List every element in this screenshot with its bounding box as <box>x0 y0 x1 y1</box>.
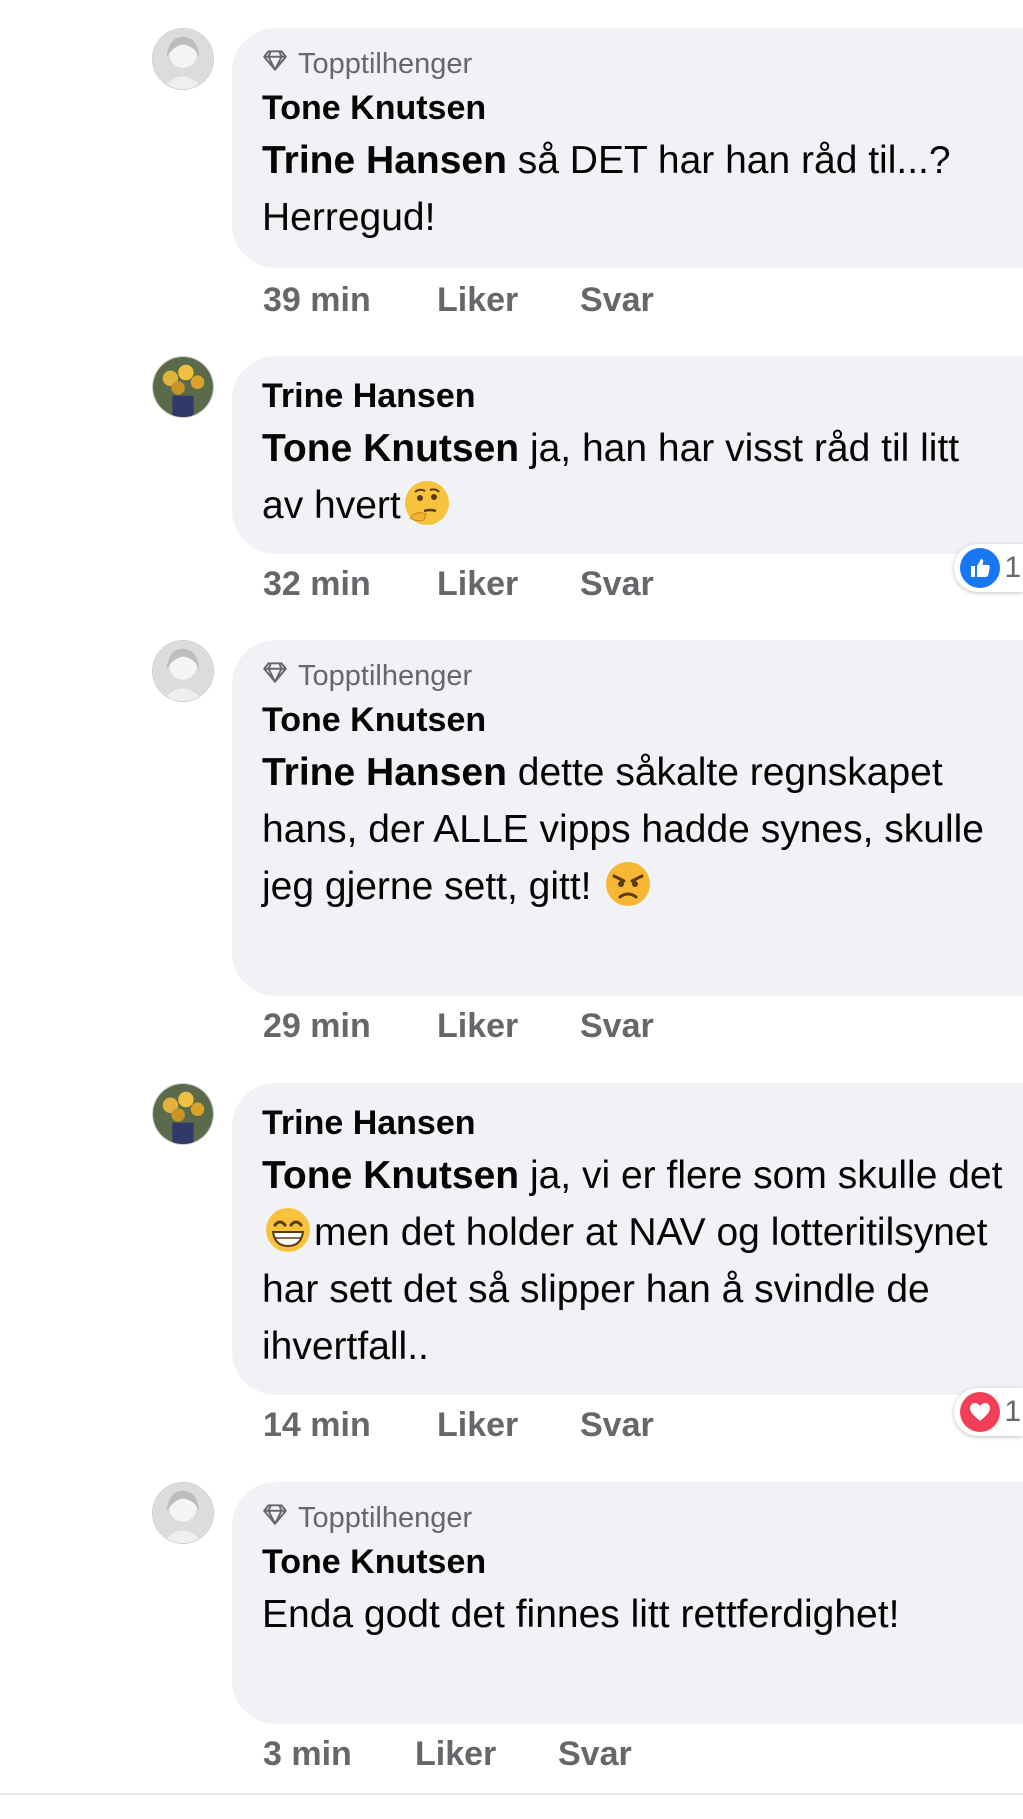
reply-button[interactable]: Svar <box>580 1006 654 1046</box>
diamond-icon <box>262 47 288 81</box>
like-button[interactable]: Liker <box>437 280 580 320</box>
comment-author[interactable]: Trine Hansen <box>262 374 1008 418</box>
divider <box>0 1793 1023 1795</box>
reply-button[interactable]: Svar <box>580 280 654 320</box>
like-button[interactable]: Liker <box>437 1006 580 1046</box>
reaction-count: 1 <box>1004 1395 1021 1428</box>
avatar[interactable] <box>152 1083 214 1145</box>
comment-bubble: Topptilhenger Tone Knutsen Enda godt det… <box>232 1482 1023 1724</box>
comment-text: Enda godt det finnes litt rettferdighet! <box>262 1593 900 1636</box>
comment-actions: 39 min Liker Svar <box>263 280 654 320</box>
timestamp[interactable]: 39 min <box>263 280 437 320</box>
comment-bubble: Trine Hansen Tone Knutsen ja, han har vi… <box>232 356 1023 554</box>
comment-bubble: Trine Hansen Tone Knutsen ja, vi er fler… <box>232 1083 1023 1395</box>
top-fan-badge: Topptilhenger <box>262 46 1008 82</box>
comment-text: Tone Knutsen ja, vi er flere som skulle … <box>262 1154 1003 1368</box>
comment-author[interactable]: Trine Hansen <box>262 1101 1008 1145</box>
reaction-summary[interactable]: 1 <box>954 1388 1023 1436</box>
diamond-icon <box>262 1501 288 1535</box>
avatar[interactable] <box>152 28 214 90</box>
timestamp[interactable]: 29 min <box>263 1006 437 1046</box>
comment-text: Trine Hansen dette såkalte regnskapet ha… <box>262 751 984 909</box>
comment-bubble: Topptilhenger Tone Knutsen Trine Hansen … <box>232 640 1023 996</box>
love-reaction-icon <box>960 1392 1001 1432</box>
mention-link[interactable]: Tone Knutsen <box>262 1154 519 1197</box>
reply-button[interactable]: Svar <box>558 1734 632 1774</box>
top-fan-badge: Topptilhenger <box>262 658 1008 694</box>
comment-actions: 14 min Liker Svar <box>263 1405 654 1445</box>
grinning-face-icon <box>263 1205 313 1255</box>
mention-link[interactable]: Tone Knutsen <box>262 427 519 470</box>
like-button[interactable]: Liker <box>437 564 580 604</box>
comment-actions: 29 min Liker Svar <box>263 1006 654 1046</box>
like-button[interactable]: Liker <box>437 1405 580 1445</box>
reaction-summary[interactable]: 1 <box>954 544 1023 592</box>
comment-text: Tone Knutsen ja, han har visst råd til l… <box>262 427 960 528</box>
like-button[interactable]: Liker <box>415 1734 558 1774</box>
timestamp[interactable]: 32 min <box>263 564 437 604</box>
comment-actions: 32 min Liker Svar <box>263 564 654 604</box>
angry-face-icon <box>603 859 653 909</box>
like-reaction-icon <box>960 548 1001 588</box>
reply-button[interactable]: Svar <box>580 1405 654 1445</box>
comment-author[interactable]: Tone Knutsen <box>262 1540 1008 1584</box>
avatar[interactable] <box>152 640 214 702</box>
comment-author[interactable]: Tone Knutsen <box>262 86 1008 130</box>
timestamp[interactable]: 14 min <box>263 1405 437 1445</box>
mention-link[interactable]: Trine Hansen <box>262 139 507 182</box>
mention-link[interactable]: Trine Hansen <box>262 751 507 794</box>
diamond-icon <box>262 659 288 693</box>
comment-bubble: Topptilhenger Tone Knutsen Trine Hansen … <box>232 28 1023 268</box>
comment-text: Trine Hansen så DET har han råd til...? … <box>262 139 951 239</box>
avatar[interactable] <box>152 356 214 418</box>
thinking-face-icon <box>402 478 452 528</box>
reply-button[interactable]: Svar <box>580 564 654 604</box>
reaction-count: 1 <box>1004 551 1021 584</box>
comment-actions: 3 min Liker Svar <box>263 1734 632 1774</box>
top-fan-badge: Topptilhenger <box>262 1500 1008 1536</box>
comment-author[interactable]: Tone Knutsen <box>262 698 1008 742</box>
timestamp[interactable]: 3 min <box>263 1734 415 1774</box>
avatar[interactable] <box>152 1482 214 1544</box>
